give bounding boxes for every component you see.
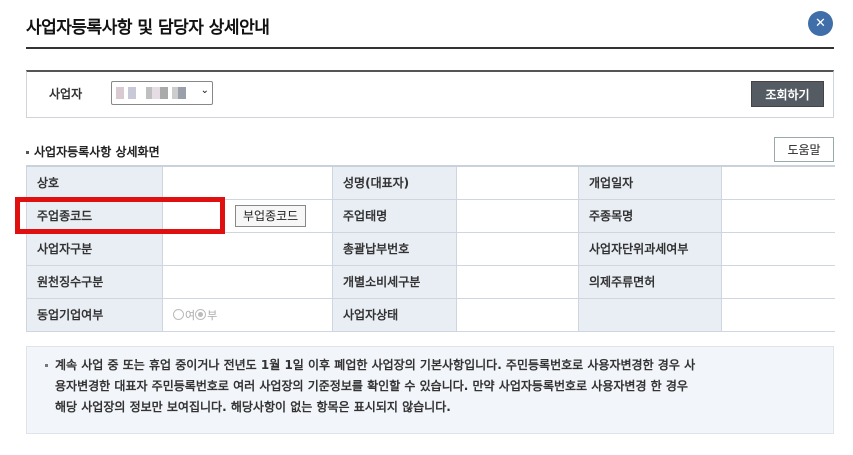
sub-industry-code-button[interactable]: 부업종코드	[235, 204, 307, 227]
table-row: 상호 성명(대표자) 개업일자	[26, 165, 835, 200]
label-liquor-license: 의제주류면허	[578, 264, 722, 299]
masked-business-number	[116, 87, 192, 99]
label-withholding-type: 원천징수구분	[26, 264, 163, 299]
business-select[interactable]: ⌄	[111, 81, 213, 105]
dialog-title: 사업자등록사항 및 담당자 상세안내	[26, 18, 270, 38]
value-main-industry-code: 부업종코드	[162, 198, 333, 233]
label-open-date: 개업일자	[578, 165, 722, 200]
value-liquor-license	[721, 264, 835, 299]
section-title-text: 사업자등록사항 상세화면	[34, 145, 160, 159]
radio-no[interactable]	[195, 308, 207, 320]
business-label: 사업자	[49, 87, 83, 101]
value-trade-name	[162, 165, 333, 200]
bullet-icon	[26, 151, 29, 154]
value-representative	[456, 165, 579, 200]
value-business-status	[456, 297, 579, 332]
label-representative: 성명(대표자)	[332, 165, 457, 200]
label-partnership: 동업기업여부	[26, 297, 163, 332]
value-main-business-type	[456, 198, 579, 233]
empty-value-cell	[721, 297, 835, 332]
table-row: 주업종코드 부업종코드 주업태명 주종목명	[26, 198, 835, 233]
label-main-item: 주종목명	[578, 198, 722, 233]
notice-line-1: 계속 사업 중 또는 휴업 중이거나 전년도 1월 1일 이후 폐업한 사업장의…	[45, 355, 807, 376]
label-main-business-type: 주업태명	[332, 198, 457, 233]
notice-text-3: 해당 사업장의 정보만 보여집니다. 해당사항이 없는 항목은 표시되지 않습니…	[55, 400, 451, 414]
value-main-item	[721, 198, 835, 233]
value-open-date	[721, 165, 835, 200]
radio-yes-label: 여	[185, 308, 196, 322]
empty-header-cell	[578, 297, 722, 332]
notice-panel: 계속 사업 중 또는 휴업 중이거나 전년도 1월 1일 이후 폐업한 사업장의…	[26, 346, 834, 434]
value-withholding-type	[162, 264, 333, 299]
bullet-icon	[45, 364, 48, 367]
notice-text-2: 용자변경한 대표자 주민등록번호로 여러 사업장의 기준정보를 확인할 수 있습…	[55, 379, 688, 393]
table-row: 동업기업여부 여부 사업자상태	[26, 297, 835, 332]
notice-line-2: 용자변경한 대표자 주민등록번호로 여러 사업장의 기준정보를 확인할 수 있습…	[45, 376, 807, 397]
label-unit-taxation: 사업자단위과세여부	[578, 231, 722, 266]
query-button[interactable]: 조회하기	[751, 81, 824, 107]
value-partnership: 여부	[162, 297, 333, 332]
help-button[interactable]: 도움말	[774, 137, 834, 162]
value-consolidated-payment-number	[456, 231, 579, 266]
value-business-type	[162, 231, 333, 266]
label-business-type: 사업자구분	[26, 231, 163, 266]
table-row: 사업자구분 총괄납부번호 사업자단위과세여부	[26, 231, 835, 266]
notice-line-3: 해당 사업장의 정보만 보여집니다. 해당사항이 없는 항목은 표시되지 않습니…	[45, 397, 807, 418]
registration-detail-table: 상호 성명(대표자) 개업일자 주업종코드 부업종코드 주업태명 주종목명 사업…	[26, 165, 835, 332]
title-divider	[26, 47, 834, 49]
radio-no-label: 부	[207, 308, 218, 322]
section-heading: 사업자등록사항 상세화면	[26, 143, 160, 160]
label-main-industry-code: 주업종코드	[26, 198, 163, 233]
value-unit-taxation	[721, 231, 835, 266]
table-row: 원천징수구분 개별소비세구분 의제주류면허	[26, 264, 835, 299]
radio-yes[interactable]	[173, 308, 184, 320]
close-icon[interactable]: ✕	[808, 11, 833, 36]
value-excise-tax-type	[456, 264, 579, 299]
search-panel: 사업자 ⌄ 조회하기	[26, 70, 834, 118]
label-excise-tax-type: 개별소비세구분	[332, 264, 457, 299]
chevron-down-icon: ⌄	[200, 85, 209, 96]
label-business-status: 사업자상태	[332, 297, 457, 332]
notice-text-1: 계속 사업 중 또는 휴업 중이거나 전년도 1월 1일 이후 폐업한 사업장의…	[55, 358, 696, 372]
label-trade-name: 상호	[26, 165, 163, 200]
label-consolidated-payment-number: 총괄납부번호	[332, 231, 457, 266]
